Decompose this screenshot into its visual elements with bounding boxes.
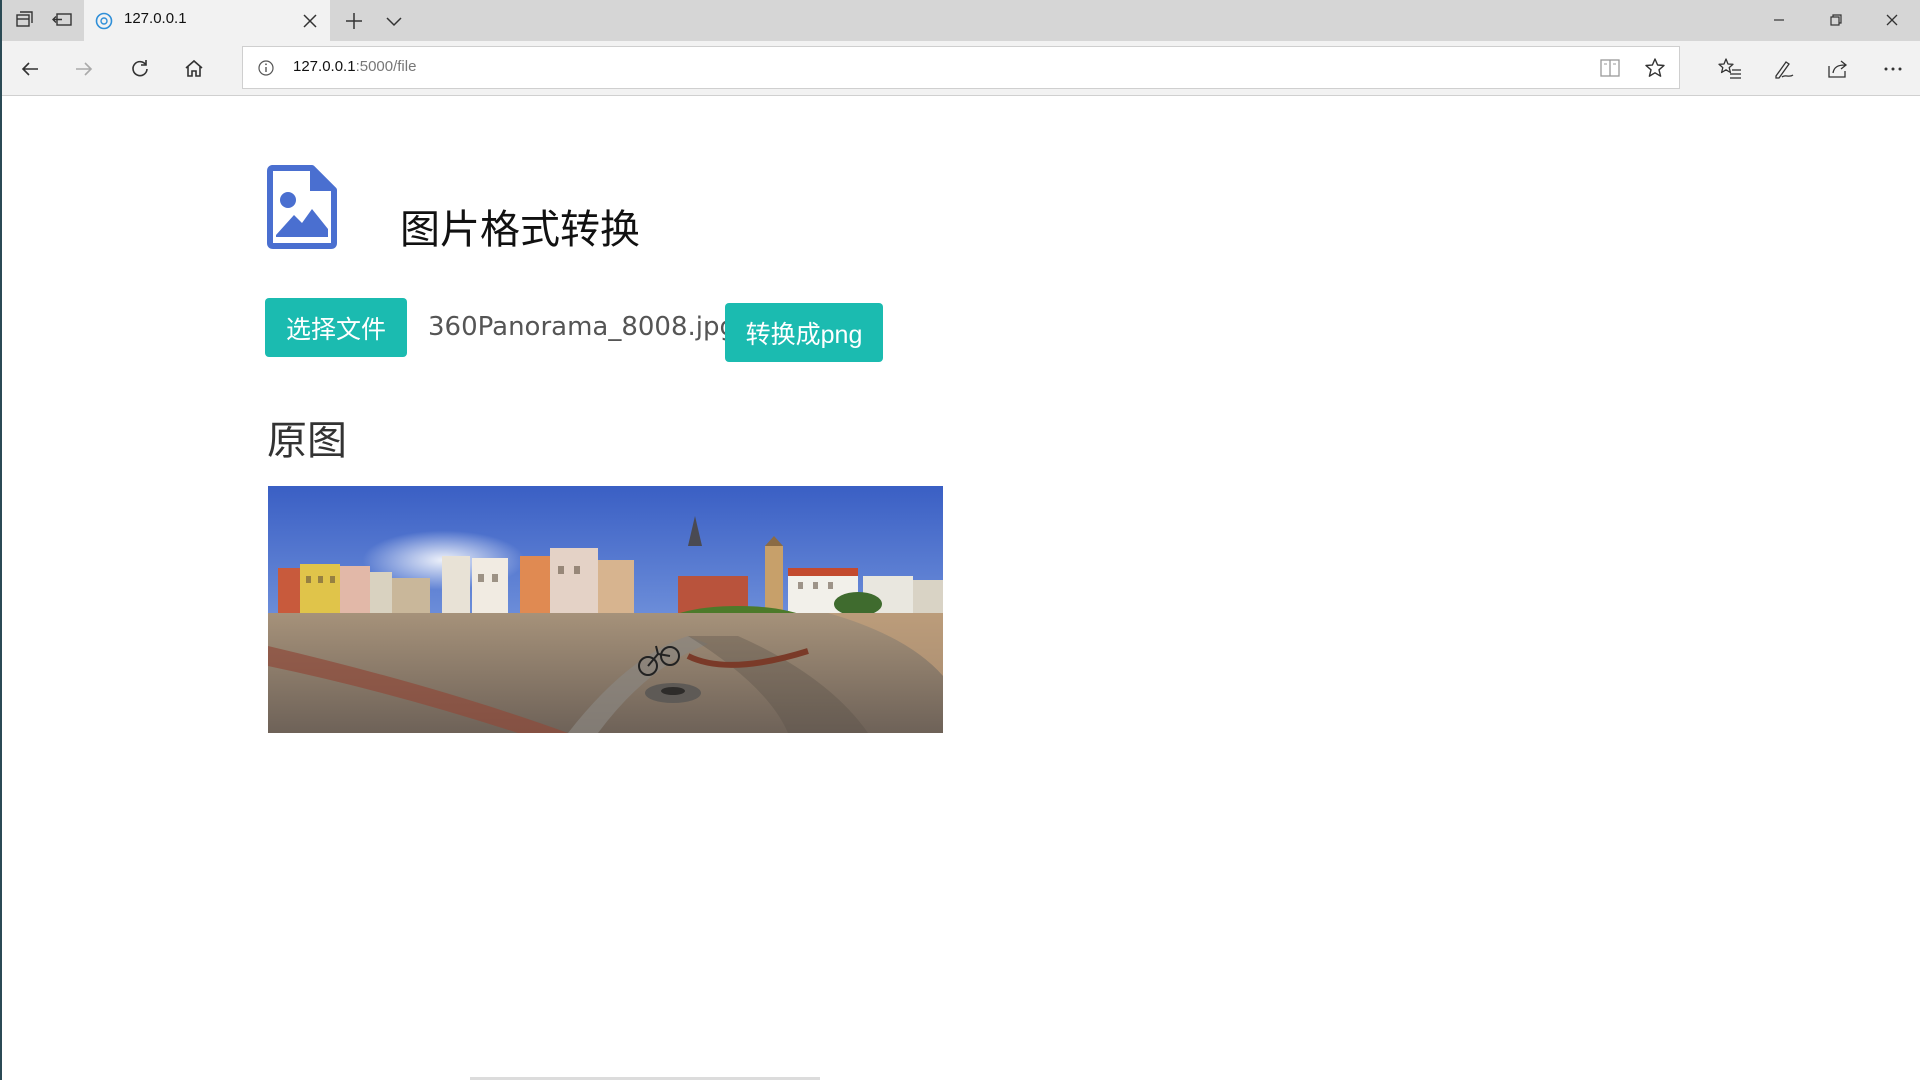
restore-icon[interactable] xyxy=(1824,8,1848,32)
close-window-icon[interactable] xyxy=(1880,8,1904,32)
chevron-down-icon[interactable] xyxy=(382,9,406,33)
tab-manager-icon[interactable] xyxy=(12,8,36,32)
tab-bar: 127.0.0.1 xyxy=(2,0,1920,41)
refresh-icon[interactable] xyxy=(126,55,154,83)
pen-notes-icon[interactable] xyxy=(1770,55,1798,83)
new-tab-icon[interactable] xyxy=(342,9,366,33)
share-icon[interactable] xyxy=(1824,55,1852,83)
tab-active[interactable]: 127.0.0.1 xyxy=(84,0,330,41)
url-host: 127.0.0.1 xyxy=(293,58,356,75)
tab-title: 127.0.0.1 xyxy=(124,10,187,27)
selected-file-name: 360Panorama_8008.jpg xyxy=(428,312,737,342)
page-content: 图片格式转换 选择文件 360Panorama_8008.jpg 转换成png … xyxy=(2,97,1920,1080)
minimize-icon[interactable] xyxy=(1767,8,1791,32)
reading-view-icon[interactable] xyxy=(1599,57,1621,79)
panorama-illustration xyxy=(268,486,943,733)
url-text: 127.0.0.1:5000/file xyxy=(293,58,416,75)
back-icon[interactable] xyxy=(16,55,44,83)
browser-window: 127.0.0.1 127.0.0.1:5000/file 图片格式转换 选择文… xyxy=(0,0,1920,1080)
globe-icon xyxy=(95,12,113,30)
panorama-image xyxy=(268,486,943,733)
choose-file-button[interactable]: 选择文件 xyxy=(265,298,407,357)
page-title: 图片格式转换 xyxy=(400,207,640,253)
image-file-icon xyxy=(267,165,337,249)
convert-to-png-button[interactable]: 转换成png xyxy=(725,303,883,362)
set-aside-tabs-icon[interactable] xyxy=(50,8,74,32)
favorite-star-icon[interactable] xyxy=(1643,56,1667,80)
favorites-hub-icon[interactable] xyxy=(1716,55,1744,83)
navigation-bar: 127.0.0.1:5000/file xyxy=(2,41,1920,96)
home-icon[interactable] xyxy=(180,55,208,83)
address-bar[interactable]: 127.0.0.1:5000/file xyxy=(242,46,1680,89)
more-icon[interactable] xyxy=(1879,55,1907,83)
close-tab-icon[interactable] xyxy=(300,11,320,31)
info-icon[interactable] xyxy=(257,59,275,77)
url-path: :5000/file xyxy=(355,58,417,75)
original-image-label: 原图 xyxy=(267,418,347,464)
forward-icon[interactable] xyxy=(70,55,98,83)
